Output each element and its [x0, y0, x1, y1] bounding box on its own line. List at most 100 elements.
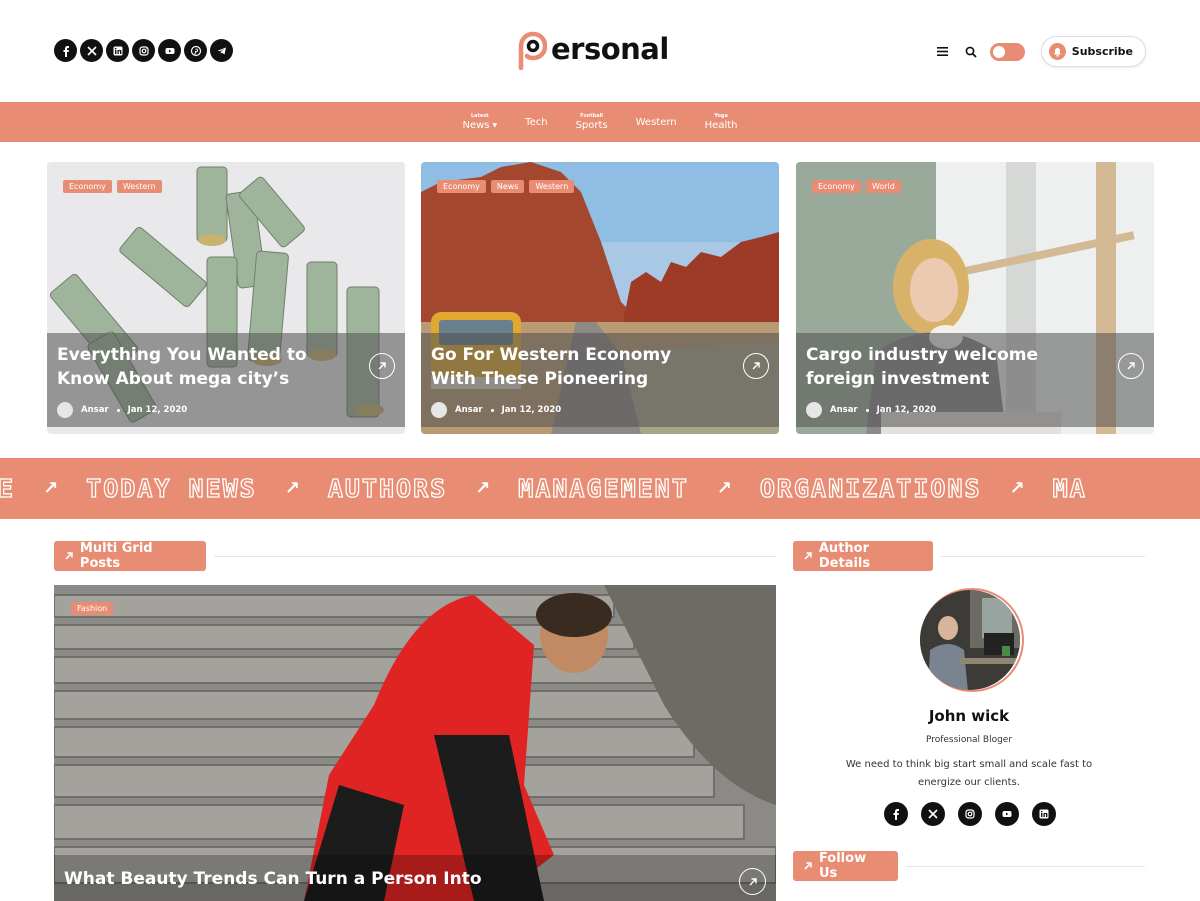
linkedin-icon[interactable]	[106, 39, 129, 62]
linkedin-icon[interactable]	[1032, 802, 1056, 826]
arrow-up-right-icon: ↗	[475, 478, 491, 499]
logo-text: ersonal	[551, 32, 669, 66]
arrow-up-right-icon	[804, 862, 812, 870]
logo-mark-icon	[518, 31, 547, 70]
author-avatar	[57, 402, 73, 418]
marquee-ticker: NE ↗ TODAY NEWS ↗ AUTHORS ↗ MANAGEMENT ↗…	[0, 458, 1200, 519]
arrow-up-right-icon: ↗	[284, 478, 300, 499]
post-date: Jan 12, 2020	[127, 405, 188, 415]
post-meta: Ansar Jan 12, 2020	[57, 402, 187, 418]
author-widget: John wick Professional Bloger We need to…	[793, 585, 1145, 835]
post-tags: Economy World	[812, 180, 901, 193]
post-meta: Ansar Jan 12, 2020	[431, 402, 561, 418]
nav-item-health[interactable]: Yoga Health	[691, 102, 752, 142]
post-title[interactable]: Everything You Wanted to Know About mega…	[57, 343, 327, 391]
nav-label: Tech	[525, 116, 548, 128]
header-social-links	[54, 39, 233, 62]
grid-post-large[interactable]: Fashion What Beauty Trends Can Turn a Pe…	[54, 585, 776, 901]
ticker-track: NE ↗ TODAY NEWS ↗ AUTHORS ↗ MANAGEMENT ↗…	[0, 458, 1087, 519]
section-heading-author: Author Details	[793, 541, 1145, 571]
youtube-icon[interactable]	[158, 39, 181, 62]
section-title: Author Details	[793, 541, 934, 571]
telegram-icon[interactable]	[210, 39, 233, 62]
site-header: ersonal Subscribe	[0, 0, 1200, 102]
post-title[interactable]: What Beauty Trends Can Turn a Person Int…	[64, 869, 482, 889]
nav-label: News	[462, 119, 490, 131]
nav-item-western[interactable]: Western	[622, 102, 691, 142]
arrow-up-right-icon	[804, 552, 812, 560]
post-image	[54, 585, 776, 901]
category-tag[interactable]: Western	[529, 180, 575, 193]
site-logo[interactable]: ersonal	[515, 30, 669, 70]
arrow-up-right-icon[interactable]	[1118, 353, 1144, 379]
divider	[906, 865, 1145, 867]
nav-badge: Latest	[470, 112, 489, 119]
author-bio: We need to think big start small and sca…	[845, 759, 1093, 788]
featured-post-card[interactable]: Economy News Western Go For Western Econ…	[421, 162, 779, 434]
instagram-icon[interactable]	[958, 802, 982, 826]
category-tag[interactable]: Fashion	[71, 602, 114, 615]
facebook-icon[interactable]	[884, 802, 908, 826]
nav-item-news[interactable]: Latest News ▼	[449, 102, 512, 142]
youtube-icon[interactable]	[995, 802, 1019, 826]
x-icon[interactable]	[921, 802, 945, 826]
post-author[interactable]: Ansar	[455, 405, 483, 415]
header-tools: Subscribe	[934, 36, 1146, 67]
ticker-word: NE	[0, 473, 16, 503]
post-meta: Ansar Jan 12, 2020	[806, 402, 936, 418]
featured-post-card[interactable]: Economy Western Everything You Wanted to…	[47, 162, 405, 434]
author-name[interactable]: John wick	[793, 707, 1145, 725]
post-date: Jan 12, 2020	[876, 405, 937, 415]
x-icon[interactable]	[80, 39, 103, 62]
category-tag[interactable]: News	[490, 180, 525, 193]
subscribe-button[interactable]: Subscribe	[1040, 36, 1146, 67]
post-tags: Economy News Western	[437, 180, 575, 193]
nav-item-sports[interactable]: Football Sports	[562, 102, 622, 142]
category-tag[interactable]: Western	[116, 180, 162, 193]
featured-post-card[interactable]: Economy World Cargo industry welcome for…	[796, 162, 1154, 434]
dark-mode-toggle[interactable]	[989, 42, 1025, 61]
nav-label: Sports	[575, 119, 608, 131]
search-icon[interactable]	[962, 43, 980, 61]
arrow-up-right-icon[interactable]	[739, 868, 766, 895]
bell-icon	[1048, 43, 1066, 60]
meta-separator	[490, 408, 494, 412]
ticker-word: MA	[1052, 473, 1087, 503]
nav-badge: Football	[580, 112, 604, 119]
section-title-text: Author Details	[818, 541, 871, 571]
section-title-text: Multi Grid Posts	[79, 541, 153, 571]
divider	[214, 555, 776, 557]
instagram-icon[interactable]	[132, 39, 155, 62]
arrow-up-right-icon: ↗	[43, 478, 59, 499]
section-title-text: Follow Us	[818, 851, 867, 881]
arrow-up-right-icon	[65, 552, 73, 560]
arrow-up-right-icon: ↗	[1009, 478, 1025, 499]
ticker-word: AUTHORS	[327, 473, 448, 503]
nav-label: Health	[704, 119, 738, 131]
post-title[interactable]: Go For Western Economy With These Pionee…	[431, 343, 701, 391]
author-photo[interactable]	[920, 588, 1024, 692]
section-title: Follow Us	[793, 851, 899, 881]
post-title[interactable]: Cargo industry welcome foreign investmen…	[806, 343, 1076, 391]
arrow-up-right-icon[interactable]	[743, 353, 769, 379]
menu-icon[interactable]	[934, 43, 952, 61]
main-nav: Latest News ▼ Tech Football Sports Wester…	[0, 102, 1200, 142]
arrow-up-right-icon[interactable]	[369, 353, 395, 379]
facebook-icon[interactable]	[54, 39, 77, 62]
category-tag[interactable]: World	[865, 180, 901, 193]
category-tag[interactable]: Economy	[63, 180, 112, 193]
section-heading-follow: Follow Us	[793, 851, 1145, 881]
author-role: Professional Bloger	[925, 735, 1013, 745]
author-social-links	[884, 802, 1056, 826]
post-author[interactable]: Ansar	[830, 405, 858, 415]
category-tag[interactable]: Economy	[812, 180, 861, 193]
chevron-down-icon: ▼	[492, 121, 498, 129]
moon-icon	[1012, 47, 1017, 56]
nav-label: Western	[635, 116, 677, 128]
nav-item-tech[interactable]: Tech	[511, 102, 561, 142]
pinterest-icon[interactable]	[184, 39, 207, 62]
post-author[interactable]: Ansar	[81, 405, 109, 415]
section-heading-multi-grid: Multi Grid Posts	[54, 541, 776, 571]
category-tag[interactable]: Economy	[437, 180, 486, 193]
meta-separator	[116, 408, 120, 412]
